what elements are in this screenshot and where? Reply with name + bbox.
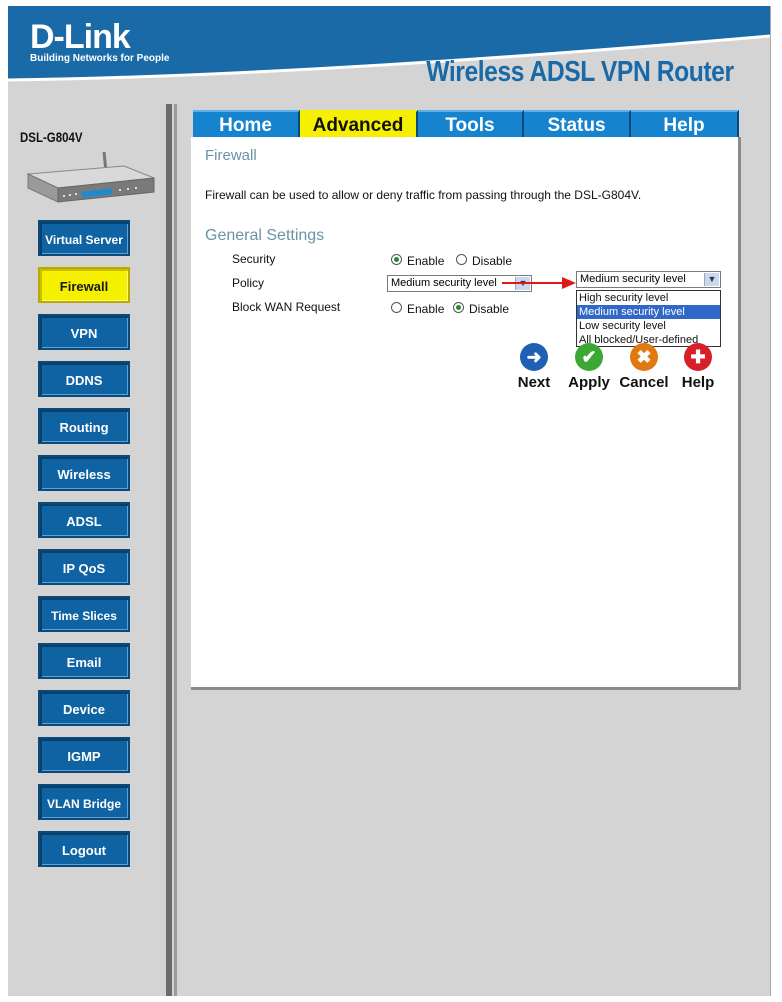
security-disable-radio[interactable] [456, 254, 467, 265]
arrow-right-icon: ➜ [520, 343, 548, 371]
security-label: Security [232, 252, 276, 266]
policy-select-expanded[interactable]: Medium security level ▼ [576, 271, 721, 288]
security-disable-label: Disable [472, 254, 513, 268]
policy-label: Policy [232, 276, 265, 290]
policy-option-high[interactable]: High security level [577, 291, 720, 305]
sidebar-divider [166, 104, 172, 996]
security-enable-radio[interactable] [391, 254, 402, 265]
block-wan-disable-label: Disable [469, 302, 510, 316]
header: D-Link Building Networks for People Wire… [8, 6, 770, 94]
tab-home[interactable]: Home [193, 110, 300, 137]
nav-ddns[interactable]: DDNS [38, 361, 130, 397]
block-wan-label: Block WAN Request [232, 300, 341, 314]
nav-firewall[interactable]: Firewall [38, 267, 130, 303]
nav-routing[interactable]: Routing [38, 408, 130, 444]
nav-logout[interactable]: Logout [38, 831, 130, 867]
nav-igmp[interactable]: IGMP [38, 737, 130, 773]
model-name: DSL-G804V [20, 129, 83, 145]
policy-select-expanded-value: Medium security level [580, 273, 686, 285]
tab-tools[interactable]: Tools [418, 110, 524, 137]
section-title: General Settings [205, 227, 325, 244]
block-wan-enable-label: Enable [407, 302, 445, 316]
policy-option-low[interactable]: Low security level [577, 319, 720, 333]
chevron-down-icon: ▼ [704, 273, 719, 286]
logo-tagline: Building Networks for People [30, 53, 170, 64]
block-wan-enable-radio[interactable] [391, 302, 402, 313]
apply-button[interactable]: ✔ Apply [564, 343, 614, 391]
plus-icon: ✚ [684, 343, 712, 371]
nav-virtual-server[interactable]: Virtual Server [38, 220, 130, 256]
help-label: Help [681, 374, 715, 391]
checkmark-icon: ✔ [575, 343, 603, 371]
next-label: Next [517, 374, 551, 391]
annotation-arrow-icon [502, 277, 576, 289]
cancel-label: Cancel [619, 374, 669, 391]
page-description: Firewall can be used to allow or deny tr… [205, 188, 642, 202]
block-wan-disable-radio[interactable] [453, 302, 464, 313]
content-panel [191, 137, 741, 690]
tab-help[interactable]: Help [631, 110, 739, 137]
sidebar-divider-light [174, 104, 177, 996]
policy-dropdown-list: High security level Medium security leve… [576, 290, 721, 347]
nav-device[interactable]: Device [38, 690, 130, 726]
router-image [26, 151, 155, 203]
dlink-logo: D-Link [30, 18, 131, 56]
security-enable-label: Enable [407, 254, 445, 268]
policy-option-medium[interactable]: Medium security level [577, 305, 720, 319]
cancel-button[interactable]: ✖ Cancel [619, 343, 669, 391]
product-title: Wireless ADSL VPN Router [426, 56, 735, 88]
next-button[interactable]: ➜ Next [509, 343, 559, 391]
nav-vpn[interactable]: VPN [38, 314, 130, 350]
help-button[interactable]: ✚ Help [673, 343, 723, 391]
nav-adsl[interactable]: ADSL [38, 502, 130, 538]
page-title: Firewall [205, 147, 257, 164]
policy-select-value: Medium security level [391, 277, 497, 289]
nav-wireless[interactable]: Wireless [38, 455, 130, 491]
tab-status[interactable]: Status [524, 110, 631, 137]
nav-email[interactable]: Email [38, 643, 130, 679]
nav-ip-qos[interactable]: IP QoS [38, 549, 130, 585]
apply-label: Apply [568, 374, 610, 391]
nav-time-slices[interactable]: Time Slices [38, 596, 130, 632]
tab-advanced[interactable]: Advanced [300, 110, 418, 137]
nav-vlan-bridge[interactable]: VLAN Bridge [38, 784, 130, 820]
close-icon: ✖ [630, 343, 658, 371]
